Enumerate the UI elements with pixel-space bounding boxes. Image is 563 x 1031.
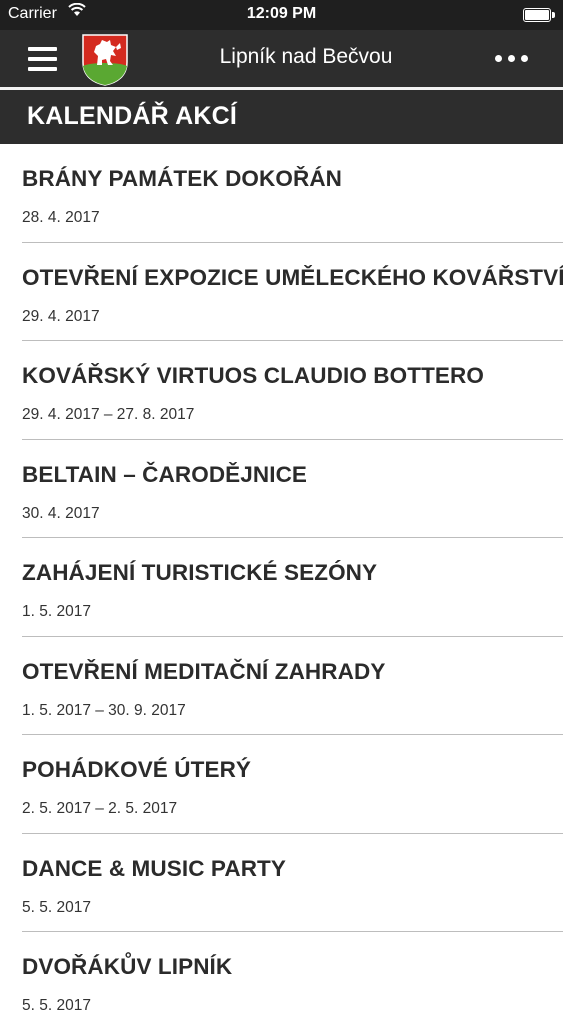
list-item[interactable]: DVOŘÁKŮV LIPNÍK 5. 5. 2017: [0, 932, 563, 1031]
event-date: 29. 4. 2017: [22, 307, 100, 325]
navigation-bar: Lipník nad Bečvou: [0, 30, 563, 87]
event-title: POHÁDKOVÉ ÚTERÝ: [22, 757, 252, 782]
event-title: ZAHÁJENÍ TURISTICKÉ SEZÓNY: [22, 560, 378, 585]
list-item[interactable]: POHÁDKOVÉ ÚTERÝ 2. 5. 2017 – 2. 5. 2017: [0, 735, 563, 834]
list-item[interactable]: BELTAIN – ČARODĚJNICE 30. 4. 2017: [0, 440, 563, 538]
list-item[interactable]: KOVÁŘSKÝ VIRTUOS CLAUDIO BOTTERO 29. 4. …: [0, 341, 563, 440]
status-bar: Carrier 12:09 PM: [0, 0, 563, 30]
event-date: 29. 4. 2017 – 27. 8. 2017: [22, 406, 195, 423]
list-item[interactable]: ZAHÁJENÍ TURISTICKÉ SEZÓNY 1. 5. 2017: [0, 538, 563, 637]
app-title: Lipník nad Bečvou: [219, 45, 393, 68]
event-list: BRÁNY PAMÁTEK DOKOŘÁN 28. 4. 2017 OTEVŘE…: [0, 144, 563, 1031]
list-item[interactable]: OTEVŘENÍ MEDITAČNÍ ZAHRADY 1. 5. 2017 – …: [0, 637, 563, 735]
section-header: KALENDÁŘ AKCÍ: [0, 90, 563, 144]
list-item[interactable]: BRÁNY PAMÁTEK DOKOŘÁN 28. 4. 2017: [0, 144, 563, 243]
event-date: 1. 5. 2017: [22, 603, 91, 620]
event-date: 30. 4. 2017: [22, 504, 100, 522]
page-title: KALENDÁŘ AKCÍ: [27, 102, 237, 130]
event-title: DANCE & MUSIC PARTY: [22, 855, 286, 881]
event-title: BRÁNY PAMÁTEK DOKOŘÁN: [22, 166, 343, 191]
event-title: KOVÁŘSKÝ VIRTUOS CLAUDIO BOTTERO: [22, 363, 484, 388]
hamburger-menu-button[interactable]: [24, 44, 60, 74]
event-title: DVOŘÁKŮV LIPNÍK: [22, 954, 233, 979]
coat-of-arms-logo: [80, 32, 130, 86]
event-title: OTEVŘENÍ MEDITAČNÍ ZAHRADY: [22, 658, 386, 684]
event-date: 1. 5. 2017 – 30. 9. 2017: [22, 701, 186, 719]
status-time: 12:09 PM: [246, 5, 317, 22]
event-date: 5. 5. 2017: [22, 898, 91, 916]
more-options-button[interactable]: [495, 50, 535, 68]
event-date: 2. 5. 2017 – 2. 5. 2017: [22, 800, 178, 817]
list-item[interactable]: OTEVŘENÍ EXPOZICE UMĚLECKÉHO KOVÁŘSTVÍ 2…: [0, 243, 563, 341]
event-title: OTEVŘENÍ EXPOZICE UMĚLECKÉHO KOVÁŘSTVÍ: [22, 264, 563, 290]
list-item[interactable]: DANCE & MUSIC PARTY 5. 5. 2017: [0, 834, 563, 932]
event-date: 28. 4. 2017: [22, 209, 100, 226]
battery-icon: [523, 8, 555, 22]
event-title: BELTAIN – ČARODĚJNICE: [22, 461, 308, 487]
